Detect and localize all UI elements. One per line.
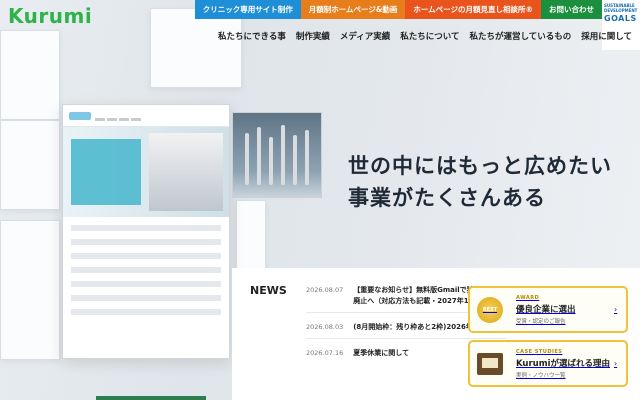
card-title: Kurumiが選ばれる理由	[516, 358, 611, 369]
bg-site-tile	[0, 220, 60, 360]
headline-line1: 世の中にはもっと広めたい	[348, 153, 612, 178]
top-utility-nav: クリニック専用サイト制作 月額制ホームページ&動画 ホームページの月額見直し相談…	[194, 0, 602, 19]
tool-shape	[281, 125, 285, 185]
nav-operations[interactable]: 私たちが運営しているもの	[470, 30, 572, 42]
kurumi-logo[interactable]: Kurumi	[8, 4, 92, 28]
book-icon	[470, 342, 510, 385]
card-kicker: CASE STUDIES	[516, 348, 563, 355]
sdgs-line3: GOALS	[604, 13, 637, 23]
nav-what-we-do[interactable]: 私たちにできる事	[218, 30, 286, 42]
tool-shape	[293, 135, 297, 185]
chevron-right-icon: ›	[614, 305, 618, 314]
mockup-nav	[95, 106, 143, 125]
bg-site-tile	[150, 8, 242, 88]
card-kicker: AWARD	[516, 294, 540, 301]
nav-about[interactable]: 私たちについて	[400, 30, 459, 42]
bg-site-tile	[0, 120, 60, 210]
news-date: 2026.08.03	[306, 322, 344, 331]
nav-monthly-review[interactable]: ホームページの月額見直し相談所®	[405, 0, 541, 19]
card-subtitle: 受賞・認定のご報告	[516, 318, 566, 325]
hero-headline: 世の中にはもっと広めたい 事業がたくさんある	[348, 150, 612, 213]
nav-recruit[interactable]: 採用に関して	[581, 30, 632, 42]
chevron-right-icon: ›	[614, 359, 618, 368]
nav-media[interactable]: メディア実績	[340, 30, 390, 42]
mockup-logo	[69, 111, 91, 120]
news-title: NEWS	[250, 284, 287, 297]
case-card-body: CASE STUDIES Kurumiが選ばれる理由 実例・ノウハウ一覧	[510, 349, 614, 379]
main-nav: 私たちにできる事 制作実績 メディア実績 私たちについて 私たちが運営しているも…	[218, 30, 632, 42]
nav-clinic-site[interactable]: クリニック専用サイト制作	[194, 0, 301, 19]
mockup-photo	[149, 133, 223, 211]
website-mockup-image	[62, 104, 230, 359]
card-subtitle: 実例・ノウハウ一覧	[516, 372, 566, 379]
tool-shape	[269, 137, 273, 185]
case-studies-card[interactable]: CASE STUDIES Kurumiが選ばれる理由 実例・ノウハウ一覧 ›	[468, 340, 628, 387]
mockup-hero	[63, 127, 229, 217]
news-text: 夏季休業に関して	[353, 348, 410, 357]
tool-shape	[305, 130, 309, 185]
headline-line2: 事業がたくさんある	[348, 184, 546, 210]
mockup-header	[63, 105, 229, 127]
nav-contact[interactable]: お問い合わせ	[541, 0, 602, 19]
nav-monthly-homepage[interactable]: 月額制ホームページ&動画	[300, 0, 406, 19]
news-date: 2026.07.16	[306, 348, 344, 357]
bottom-accent-band	[96, 396, 206, 400]
award-card[interactable]: BEST AWARD 優良企業に選出 受賞・認定のご報告 ›	[468, 286, 628, 333]
card-title: 優良企業に選出	[516, 304, 576, 315]
bg-site-tile	[236, 200, 266, 270]
bg-site-tile	[0, 30, 60, 120]
sdgs-line2: DEVELOPMENT	[604, 7, 638, 13]
nav-works[interactable]: 制作実績	[296, 30, 330, 42]
award-card-body: AWARD 優良企業に選出 受賞・認定のご報告	[510, 295, 614, 325]
medal-icon: BEST	[470, 288, 510, 331]
tools-photo	[232, 112, 322, 198]
tool-shape	[245, 133, 249, 185]
sdgs-logo: SUSTAINABLE DEVELOPMENT GOALS	[602, 0, 640, 50]
news-date: 2026.08.07	[306, 286, 344, 294]
medal-badge: BEST	[477, 296, 503, 323]
tool-shape	[257, 127, 261, 185]
mockup-body	[63, 225, 229, 315]
mockup-badge	[71, 139, 141, 205]
